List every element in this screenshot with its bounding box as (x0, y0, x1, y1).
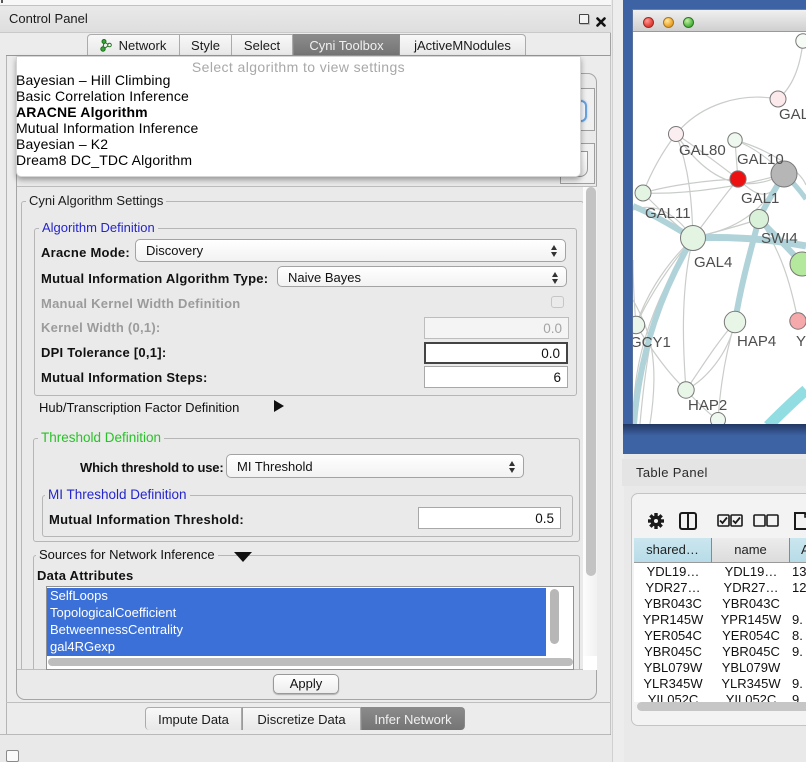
svg-text:GCY1: GCY1 (633, 334, 671, 351)
svg-text:GAL10: GAL10 (737, 151, 784, 168)
svg-text:GAL80: GAL80 (679, 142, 726, 159)
svg-text:HAP4: HAP4 (737, 333, 776, 350)
svg-text:GAL4: GAL4 (694, 254, 732, 271)
svg-text:HAP2: HAP2 (688, 397, 727, 414)
svg-text:GAL: GAL (779, 106, 806, 123)
svg-text:Y: Y (796, 333, 806, 350)
svg-text:SWI4: SWI4 (761, 230, 798, 247)
svg-text:GAL11: GAL11 (645, 205, 691, 222)
svg-text:GAL1: GAL1 (741, 190, 779, 207)
